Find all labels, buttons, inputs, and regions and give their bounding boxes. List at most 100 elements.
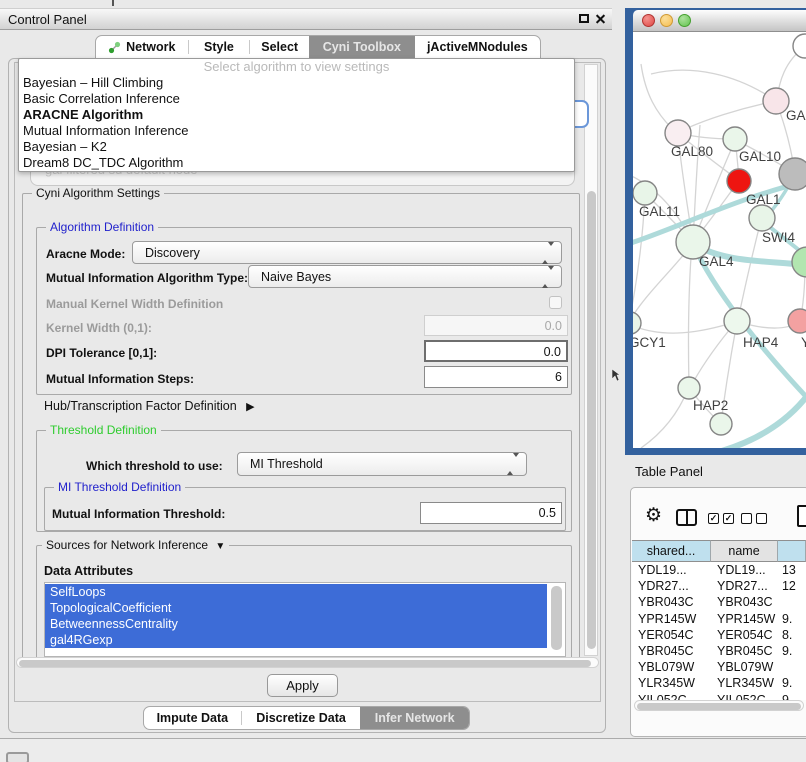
table-body[interactable]: YDL19...YDL19...13 YDR27...YDR27...12 YB…: [632, 562, 806, 700]
node-label-hap4: HAP4: [743, 335, 778, 350]
cell-name: YER054C: [711, 627, 778, 643]
node-green-right[interactable]: [792, 247, 806, 277]
node-unlabeled-bottom[interactable]: [710, 413, 732, 435]
algorithm-option-aracne[interactable]: ARACNE Algorithm: [19, 107, 574, 123]
node-gal1[interactable]: [727, 169, 751, 193]
dpi-tolerance-field[interactable]: 0.0: [424, 340, 568, 362]
tab-discretize-data[interactable]: Discretize Data: [242, 707, 361, 729]
traffic-light-close-icon[interactable]: [642, 14, 655, 27]
mi-algorithm-type-combo[interactable]: Naive Bayes: [248, 265, 562, 288]
settings-horizontal-scrollbar[interactable]: [16, 657, 599, 668]
aracne-mode-value: Discovery: [145, 246, 200, 260]
cell-name: YPR145W: [711, 611, 778, 627]
dpi-tolerance-label: DPI Tolerance [0,1]:: [46, 346, 157, 360]
bottom-partial-button[interactable]: [6, 752, 29, 762]
gear-icon[interactable]: ⚙: [645, 506, 662, 525]
node-label-gal1: GAL1: [746, 192, 781, 207]
split-view-icon[interactable]: [676, 509, 697, 526]
attribute-item-selfloops[interactable]: SelfLoops: [45, 584, 547, 600]
node-gal80[interactable]: [665, 120, 691, 146]
table-horizontal-scrollbar[interactable]: [634, 700, 804, 711]
cell-value: [778, 594, 806, 610]
algorithm-option-dream8[interactable]: Dream8 DC_TDC Algorithm: [19, 155, 574, 171]
node-hap4[interactable]: [724, 308, 750, 334]
tab-jactivemnodules[interactable]: jActiveMNodules: [415, 36, 540, 58]
settings-vertical-scrollbar[interactable]: [584, 64, 598, 656]
table-row[interactable]: YER054CYER054C8.: [632, 627, 806, 643]
manual-kernel-checkbox[interactable]: [549, 296, 562, 309]
cell-shared: YBR043C: [632, 594, 711, 610]
table-row[interactable]: YDR27...YDR27...12: [632, 578, 806, 594]
kernel-width-field[interactable]: 0.0: [424, 315, 568, 336]
table-horizontal-scrollbar-thumb[interactable]: [637, 703, 801, 710]
network-view-titlebar[interactable]: [633, 10, 806, 32]
tab-impute-data[interactable]: Impute Data: [144, 707, 241, 729]
algorithm-option-bayesian-k2[interactable]: Bayesian – K2: [19, 139, 574, 155]
apply-button[interactable]: Apply: [267, 674, 338, 697]
cell-name: YBL079W: [711, 659, 778, 675]
table-header-cell-3[interactable]: [778, 540, 806, 562]
float-icon[interactable]: [579, 14, 589, 23]
attribute-item-betweennesscentrality[interactable]: BetweennessCentrality: [45, 616, 547, 632]
cell-value: 9.: [778, 611, 806, 627]
algorithm-dropdown-list: Select algorithm to view settings Bayesi…: [18, 58, 575, 172]
settings-horizontal-scrollbar-thumb[interactable]: [19, 660, 591, 667]
mi-threshold-field[interactable]: 0.5: [420, 502, 562, 524]
mi-algorithm-type-value: Naive Bayes: [261, 270, 331, 284]
table-row[interactable]: YBR043CYBR043C: [632, 594, 806, 610]
table-header-name[interactable]: name: [711, 540, 778, 562]
table-row[interactable]: YPR145WYPR145W9.: [632, 611, 806, 627]
select-all-icon[interactable]: ✓✓: [708, 513, 734, 524]
node-gal11[interactable]: [633, 181, 657, 205]
traffic-light-zoom-icon[interactable]: [678, 14, 691, 27]
attribute-item-gal4rgexp[interactable]: gal4RGexp: [45, 632, 547, 648]
cell-shared: YIL052C: [632, 692, 711, 701]
aracne-mode-combo[interactable]: Discovery: [132, 241, 562, 264]
tab-network[interactable]: Network: [96, 36, 188, 58]
network-canvas[interactable]: GAL GAL80 GAL10 GAL1 GAL11 SWI4 GAL4 GCY…: [633, 32, 806, 448]
algorithm-option-bayesian-hill-climbing[interactable]: Bayesian – Hill Climbing: [19, 75, 574, 91]
table-row[interactable]: YLR345WYLR345W9.: [632, 675, 806, 691]
tab-infer-network[interactable]: Infer Network: [360, 707, 469, 729]
which-threshold-value: MI Threshold: [250, 457, 323, 471]
attributes-list-scrollbar[interactable]: [551, 586, 562, 650]
node-gray[interactable]: [779, 158, 806, 190]
which-threshold-combo[interactable]: MI Threshold: [237, 452, 527, 476]
node-unlabeled-top[interactable]: [793, 34, 806, 58]
table-row[interactable]: YBL079WYBL079W: [632, 659, 806, 675]
deselect-all-icon[interactable]: [741, 513, 767, 524]
hub-expander[interactable]: Hub/Transcription Factor Definition ▶: [44, 399, 255, 413]
tab-cyni-toolbox[interactable]: Cyni Toolbox: [309, 36, 415, 58]
cell-value: 12: [778, 578, 806, 594]
cell-shared: YDR27...: [632, 578, 711, 594]
document-icon[interactable]: [797, 505, 806, 527]
aracne-mode-label: Aracne Mode:: [46, 247, 125, 261]
tab-select[interactable]: Select: [250, 36, 309, 58]
cell-value: 13: [778, 562, 806, 578]
node-gcy1[interactable]: [633, 312, 641, 334]
node-label-gal: GAL: [786, 108, 806, 123]
node-gal10[interactable]: [723, 127, 747, 151]
table-row[interactable]: YDL19...YDL19...13: [632, 562, 806, 578]
sources-legend[interactable]: Sources for Network Inference ▼: [42, 538, 229, 554]
control-panel-titlebar[interactable]: Control Panel: [0, 8, 612, 30]
settings-vertical-scrollbar-thumb[interactable]: [587, 191, 596, 649]
mi-steps-field[interactable]: 6: [424, 366, 568, 388]
node-hap2[interactable]: [678, 377, 700, 399]
close-icon[interactable]: [595, 14, 606, 25]
node-salmon[interactable]: [788, 309, 806, 333]
table-row[interactable]: YBR045CYBR045C9.: [632, 643, 806, 659]
data-attributes-listbox: SelfLoops TopologicalCoefficient Between…: [44, 582, 566, 657]
algorithm-option-mutual-information[interactable]: Mutual Information Inference: [19, 123, 574, 139]
table-row[interactable]: YIL052CYIL052C9: [632, 692, 806, 701]
node-swi4[interactable]: [749, 205, 775, 231]
traffic-light-minimize-icon[interactable]: [660, 14, 673, 27]
tab-style[interactable]: Style: [189, 36, 250, 58]
attribute-item-topologicalcoefficient[interactable]: TopologicalCoefficient: [45, 600, 547, 616]
algorithm-option-basic-correlation[interactable]: Basic Correlation Inference: [19, 91, 574, 107]
cell-value: 9.: [778, 643, 806, 659]
node-label-gcy1: GCY1: [633, 335, 666, 350]
node-label-gal10: GAL10: [739, 149, 781, 164]
tab-cyni-toolbox-label: Cyni Toolbox: [323, 40, 401, 54]
table-header-shared[interactable]: shared...: [632, 540, 711, 562]
